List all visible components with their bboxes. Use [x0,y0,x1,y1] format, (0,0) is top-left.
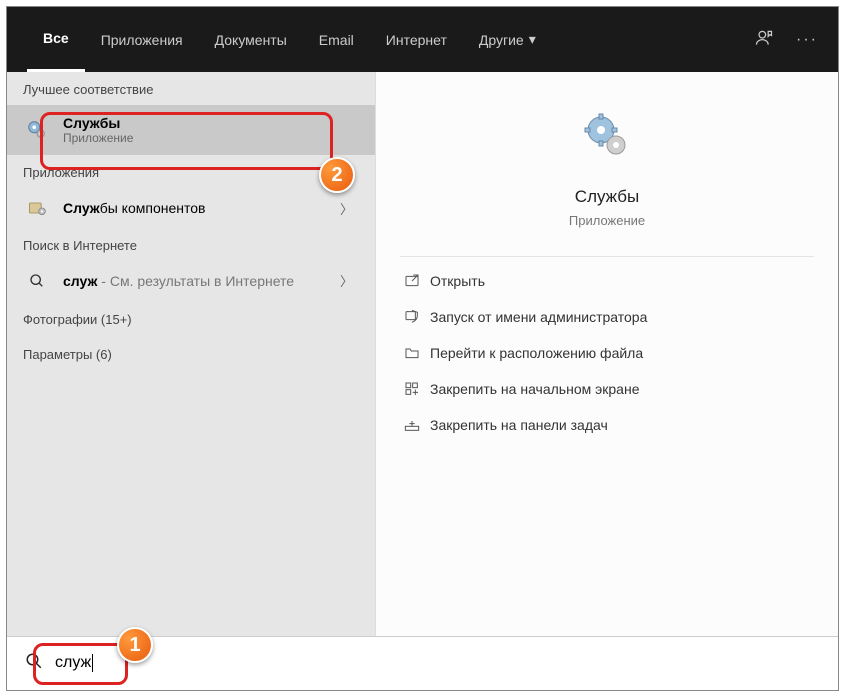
annotation-badge-2: 2 [319,157,355,193]
action-label: Закрепить на панели задач [430,417,608,433]
preview-panel: Службы Приложение Открыть Запуск от имен… [375,72,838,637]
tab-all[interactable]: Все [27,7,85,72]
pin-taskbar-icon [404,417,430,433]
result-web-search[interactable]: служ - См. результаты в Интернете 〉 [7,261,375,300]
admin-icon [404,309,430,325]
search-icon [25,652,43,675]
web-query: служ [63,273,97,289]
best-match-label: Лучшее соответствие [7,72,375,105]
action-label: Закрепить на начальном экране [430,381,640,397]
action-open-location[interactable]: Перейти к расположению файла [376,335,838,371]
action-label: Открыть [430,273,485,289]
results-panel: Лучшее соответствие Службы Приложение Пр… [7,72,375,637]
search-filter-tabs: Все Приложения Документы Email Интернет … [7,7,838,72]
services-large-icon [376,112,838,165]
feedback-icon[interactable] [754,28,774,51]
chevron-right-icon[interactable]: 〉 [334,271,359,290]
action-pin-taskbar[interactable]: Закрепить на панели задач [376,407,838,443]
tab-other-label: Другие [479,32,524,48]
chevron-down-icon: ▾ [529,31,536,48]
action-label: Запуск от имени администратора [430,309,647,325]
divider [400,256,814,257]
annotation-badge-1: 1 [117,627,153,663]
params-label[interactable]: Параметры (6) [7,335,375,370]
pin-start-icon [404,381,430,397]
action-run-admin[interactable]: Запуск от имени администратора [376,299,838,335]
result-title: Службы Службы компонентов [63,200,334,216]
services-icon [23,119,51,141]
web-suffix: - См. результаты в Интернете [97,273,294,289]
more-icon[interactable]: ··· [796,31,818,49]
chevron-right-icon[interactable]: 〉 [334,199,359,218]
folder-icon [404,345,430,361]
tab-documents[interactable]: Документы [199,7,303,72]
result-services[interactable]: Службы Приложение [7,105,375,155]
tab-email[interactable]: Email [303,7,370,72]
component-services-icon [23,198,51,218]
result-component-services[interactable]: Службы Службы компонентов 〉 [7,188,375,228]
tab-internet[interactable]: Интернет [370,7,463,72]
action-open[interactable]: Открыть [376,263,838,299]
tab-other[interactable]: Другие ▾ [463,7,552,72]
search-icon [23,273,51,289]
web-label: Поиск в Интернете [7,228,375,261]
action-pin-start[interactable]: Закрепить на начальном экране [376,371,838,407]
open-icon [404,273,430,289]
action-label: Перейти к расположению файла [430,345,643,361]
tab-apps[interactable]: Приложения [85,7,199,72]
preview-subtitle: Приложение [376,213,838,228]
result-title: Службы [63,115,359,131]
search-input[interactable]: служ [55,654,93,672]
preview-title: Службы [376,187,838,207]
result-subtitle: Приложение [63,131,359,145]
photos-label[interactable]: Фотографии (15+) [7,300,375,335]
